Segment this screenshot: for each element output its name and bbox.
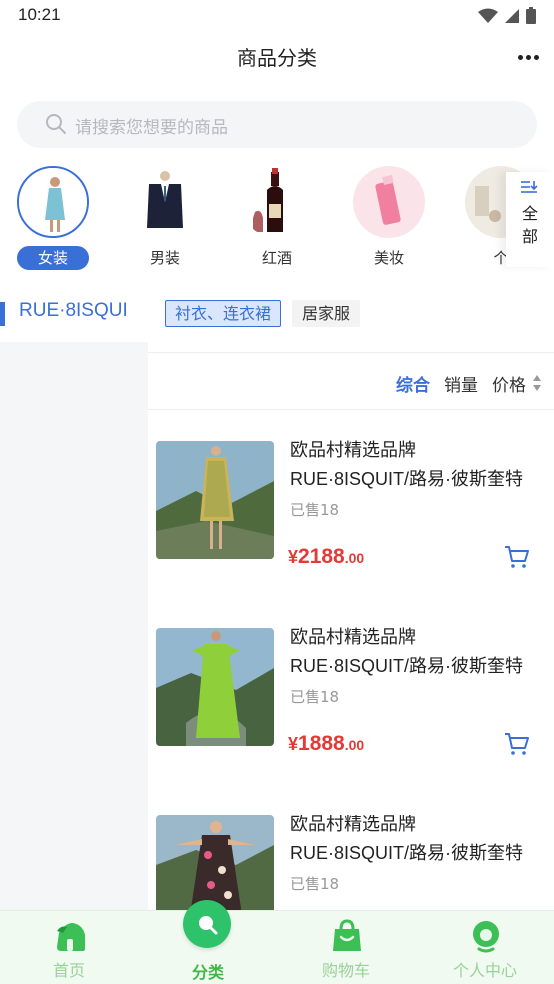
category-label: 男装 (149, 249, 180, 267)
brand-sidebar: RUE·8ISQUI (0, 290, 148, 910)
status-icons (478, 7, 536, 24)
more-button[interactable] (516, 50, 540, 64)
tab-label: 购物车 (321, 961, 370, 980)
category-mens-image (129, 166, 201, 238)
product-name: RUE·8ISQUIT/路易·彼斯奎特 (290, 843, 524, 863)
category-wine[interactable]: 红酒 (239, 166, 315, 267)
add-to-cart-icon[interactable] (504, 545, 530, 569)
price-symbol: ¥ (288, 734, 299, 754)
brand-label: RUE·8ISQUI (19, 300, 128, 321)
product-price: ¥2188.00 (288, 545, 364, 569)
tab-label: 个人中心 (452, 961, 517, 980)
sort-arrows-icon (533, 375, 541, 391)
product-shop: 欧品村精选品牌 (290, 815, 416, 835)
divider (148, 409, 554, 410)
price-integer: 2188 (298, 545, 345, 568)
add-to-cart-icon[interactable] (504, 732, 530, 756)
tab-profile[interactable]: 个人中心 (435, 911, 535, 984)
category-strip: 女装 男装 红酒 美妆 个 (0, 160, 554, 270)
category-label: 美妆 (373, 249, 404, 267)
price-decimal: .00 (344, 737, 365, 753)
category-mens[interactable]: 男装 (127, 166, 203, 267)
home-icon (57, 923, 85, 951)
category-womens[interactable]: 女装 (15, 166, 91, 270)
category-tab-bubble[interactable] (183, 900, 231, 948)
price-decimal: .00 (344, 550, 365, 566)
status-bar: 10:21 (0, 0, 554, 32)
search-circle-icon (199, 916, 218, 935)
page-title: 商品分类 (237, 46, 317, 70)
product-image (156, 441, 274, 559)
product-shop: 欧品村精选品牌 (290, 627, 416, 648)
category-wine-image (241, 166, 313, 238)
product-card[interactable]: 欧品村精选品牌 RUE·8ISQUIT/路易·彼斯奎特 已售18 ¥2188.0… (148, 440, 554, 628)
category-label: 女装 (17, 246, 89, 270)
product-sold: 已售18 (290, 688, 340, 706)
wifi-icon (478, 8, 498, 23)
sort-sales[interactable]: 销量 (444, 371, 478, 396)
signal-icon (505, 8, 519, 23)
sort-bar: 综合 销量 价格 (396, 370, 542, 396)
status-time: 10:21 (18, 5, 61, 24)
subcategory-tabs: 衬衣、连衣裙 居家服 (165, 300, 361, 327)
sort-price-label: 价格 (492, 375, 526, 396)
price-integer: 1888 (298, 732, 345, 755)
subtab-homewear[interactable]: 居家服 (292, 300, 361, 327)
category-cosmetics[interactable]: 美妆 (351, 166, 427, 267)
sort-comprehensive[interactable]: 综合 (396, 371, 430, 396)
header: 商品分类 (0, 32, 554, 82)
product-sold: 已售18 (290, 875, 340, 893)
product-card[interactable]: 欧品村精选品牌 RUE·8ISQUIT/路易·彼斯奎特 已售18 ¥1888.0… (148, 627, 554, 815)
search-icon (46, 114, 66, 134)
search-input[interactable]: 请搜索您想要的商品 (17, 101, 537, 148)
product-image (156, 628, 274, 746)
all-categories-label: 全部 (522, 204, 539, 246)
shopping-bag-icon (333, 919, 361, 951)
user-icon (473, 921, 499, 953)
product-image (156, 815, 274, 910)
category-cosmetics-image (353, 166, 425, 238)
brand-item-active[interactable]: RUE·8ISQUI (0, 290, 148, 342)
product-shop: 欧品村精选品牌 (290, 440, 416, 461)
product-sold: 已售18 (290, 501, 340, 519)
product-card[interactable]: 欧品村精选品牌 RUE·8ISQUIT/路易·彼斯奎特 已售18 (148, 815, 554, 910)
tab-label: 分类 (191, 963, 224, 982)
tab-label: 首页 (52, 961, 85, 980)
product-name: RUE·8ISQUIT/路易·彼斯奎特 (290, 469, 524, 489)
active-indicator (0, 302, 5, 326)
tab-home[interactable]: 首页 (19, 911, 119, 984)
bottom-tab-bar: 首页 分类 购物车 个人中心 (0, 910, 554, 984)
subtab-dresses[interactable]: 衬衣、连衣裙 (165, 300, 282, 327)
category-label: 红酒 (261, 249, 292, 267)
category-womens-image (17, 166, 89, 238)
battery-icon (526, 7, 536, 24)
divider (148, 352, 554, 353)
list-sort-icon (521, 181, 538, 193)
all-categories-button[interactable]: 全部 (506, 172, 554, 267)
sort-price[interactable]: 价格 (492, 371, 542, 396)
search-placeholder: 请搜索您想要的商品 (75, 118, 228, 138)
product-price: ¥1888.00 (288, 732, 364, 756)
product-name: RUE·8ISQUIT/路易·彼斯奎特 (290, 656, 524, 676)
tab-cart[interactable]: 购物车 (296, 911, 396, 984)
price-symbol: ¥ (288, 547, 299, 567)
